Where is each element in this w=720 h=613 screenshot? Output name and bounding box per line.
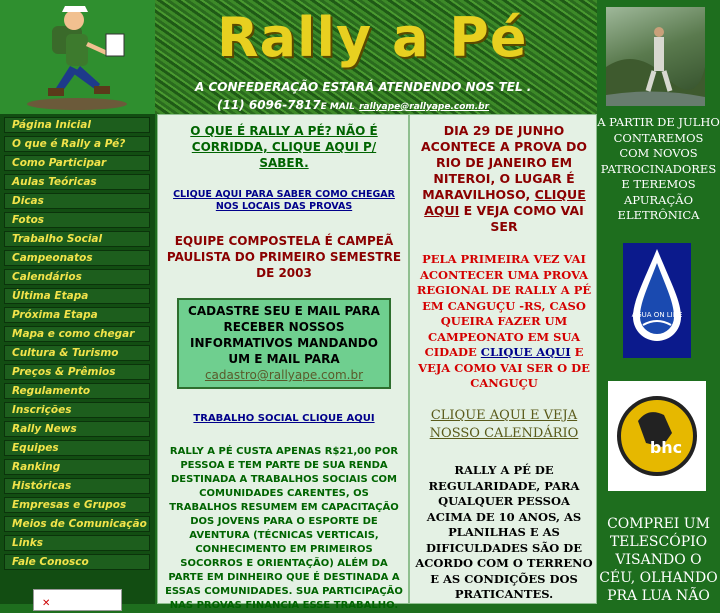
newsletter-text: CADASTRE SEU E MAIL PARA RECEBER NOSSOS … — [188, 304, 380, 366]
sidebar-item-3[interactable]: Aulas Teóricas — [4, 174, 150, 190]
newsletter-box: CADASTRE SEU E MAIL PARA RECEBER NOSSOS … — [177, 298, 391, 389]
email-label: E MAIL — [320, 102, 355, 112]
news-column: DIA 29 DE JUNHO ACONTECE A PROVA DO RIO … — [409, 114, 597, 604]
email-link[interactable]: rallyape@rallyape.com.br — [359, 102, 489, 112]
niteroi-text-end: E VEJA COMO VAI SER — [463, 203, 584, 234]
cangucu-news: PELA PRIMEIRA VEZ VAI ACONTECER UMA PROV… — [414, 252, 594, 392]
main-column: O QUE É RALLY A PÉ? NÃO É CORRIDDA, CLIQ… — [157, 114, 409, 611]
hiker-photo — [606, 7, 705, 106]
sidebar-item-0[interactable]: Página Inicial — [4, 117, 150, 133]
sidebar-item-11[interactable]: Mapa e como chegar — [4, 326, 150, 342]
bhc-logo-text: bhc — [650, 438, 682, 457]
sidebar-item-9[interactable]: Última Etapa — [4, 288, 150, 304]
regularity-info: RALLY A PÉ DE REGULARIDADE, PARA QUALQUE… — [415, 463, 593, 601]
what-is-rally-text[interactable]: O QUE É RALLY A PÉ? NÃO É CORRIDDA, CLIQ… — [190, 124, 377, 170]
sidebar-item-17[interactable]: Equipes — [4, 440, 150, 456]
sidebar-item-13[interactable]: Preços & Prêmios — [4, 364, 150, 380]
social-block: TRABALHO SOCIAL CLIQUE AQUI — [162, 413, 406, 424]
hiker-logo — [0, 0, 155, 114]
newsletter-email-link[interactable]: cadastro@rallyape.com.br — [205, 368, 363, 382]
what-is-rally-link[interactable]: O QUE É RALLY A PÉ? NÃO É CORRIDDA, CLIQ… — [168, 123, 400, 171]
bhc-logo[interactable]: bhc — [608, 381, 706, 491]
sidebar-item-10[interactable]: Próxima Etapa — [4, 307, 150, 323]
sidebar-item-21[interactable]: Meios de Comunicação — [4, 516, 150, 532]
sidebar-item-12[interactable]: Cultura & Turismo — [4, 345, 150, 361]
sidebar-item-7[interactable]: Campeonatos — [4, 250, 150, 266]
sidebar-item-15[interactable]: Inscrições — [4, 402, 150, 418]
sidebar-item-8[interactable]: Calendários — [4, 269, 150, 285]
phone-number: (11) 6096-7817 — [217, 98, 321, 112]
sidebar-item-6[interactable]: Trabalho Social — [4, 231, 150, 247]
header-banner: Rally a Pé A CONFEDERAÇÃO ESTARÁ ATENDEN… — [155, 0, 597, 114]
sidebar-item-5[interactable]: Fotos — [4, 212, 150, 228]
sidebar-item-22[interactable]: Links — [4, 535, 150, 551]
sidebar-item-23[interactable]: Fale Conosco — [4, 554, 150, 570]
sponsor-column: A PARTIR DE JULHO CONTAREMOS COM NOVOS P… — [597, 0, 720, 604]
sidebar-item-4[interactable]: Dicas — [4, 193, 150, 209]
agua-logo-text: ÁGUA ON LINE — [632, 310, 683, 319]
social-work-link[interactable]: TRABALHO SOCIAL CLIQUE AQUI — [193, 413, 374, 424]
directions-block: CLIQUE AQUI PARA SABER COMO CHEGAR NOS L… — [162, 189, 406, 213]
counter-widget: ✕ — [33, 589, 122, 611]
telescope-text: COMPREI UM TELESCÓPIO VISANDO O CÉU, OLH… — [599, 516, 718, 604]
sidebar-item-19[interactable]: Históricas — [4, 478, 150, 494]
sidebar-item-14[interactable]: Regulamento — [4, 383, 150, 399]
sidebar-item-18[interactable]: Ranking — [4, 459, 150, 475]
agua-online-logo[interactable]: ÁGUA ON LINE — [623, 243, 691, 358]
cangucu-link[interactable]: CLIQUE AQUI — [481, 345, 571, 359]
directions-link[interactable]: CLIQUE AQUI PARA SABER COMO CHEGAR NOS L… — [173, 189, 395, 212]
team-news: EQUIPE COMPOSTELA É CAMPEÃ PAULISTA DO P… — [166, 234, 402, 280]
sponsors-notice: A PARTIR DE JULHO CONTAREMOS COM NOVOS P… — [597, 115, 720, 222]
hiker-mascot-icon — [27, 6, 127, 110]
cangucu-text: PELA PRIMEIRA VEZ VAI ACONTECER UMA PROV… — [416, 252, 592, 359]
sidebar-item-1[interactable]: O que é Rally a Pé? — [4, 136, 150, 152]
contact-notice: A CONFEDERAÇÃO ESTARÁ ATENDENDO NOS TEL … — [195, 80, 532, 94]
sidebar-item-20[interactable]: Empresas e Grupos — [4, 497, 150, 513]
contact-line: (11) 6096-7817E MAIL rallyape@rallyape.c… — [217, 98, 489, 112]
sidebar-item-2[interactable]: Como Participar — [4, 155, 150, 171]
site-title: Rally a Pé — [217, 6, 528, 69]
water-drop-icon: ÁGUA ON LINE — [632, 249, 683, 341]
sidebar-nav: Página Inicial O que é Rally a Pé? Como Pa… — [0, 114, 155, 604]
niteroi-news: DIA 29 DE JUNHO ACONTECE A PROVA DO RIO … — [416, 123, 592, 235]
bhc-climber-icon: bhc — [617, 396, 697, 476]
calendar-link[interactable]: CLIQUE AQUI E VEJA NOSSO CALENDÁRIO — [414, 407, 594, 443]
price-info: RALLY A PÉ CUSTA APENAS R$21,00 POR PESS… — [165, 446, 403, 611]
sidebar-item-16[interactable]: Rally News — [4, 421, 150, 437]
